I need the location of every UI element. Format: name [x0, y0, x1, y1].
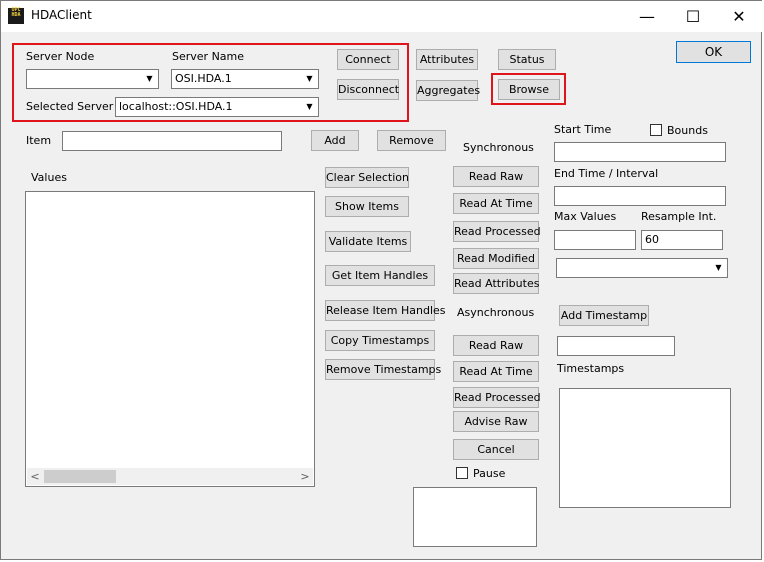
- ok-button[interactable]: OK: [676, 41, 751, 63]
- window-title: HDAClient: [31, 8, 92, 22]
- cancel-button[interactable]: Cancel: [453, 439, 539, 460]
- item-input[interactable]: [62, 131, 282, 151]
- scroll-right-icon[interactable]: >: [297, 468, 313, 485]
- item-label: Item: [26, 134, 52, 147]
- minimize-button[interactable]: —: [624, 1, 670, 32]
- async-output-box[interactable]: [413, 487, 537, 547]
- app-icon-line-2: HDA: [11, 12, 21, 18]
- resample-interval-input[interactable]: 60: [641, 230, 723, 250]
- server-highlight-box: [12, 43, 409, 122]
- scroll-left-icon[interactable]: <: [27, 468, 43, 485]
- sync-read-processed-button[interactable]: Read Processed: [453, 221, 541, 242]
- pause-label: Pause: [473, 467, 506, 480]
- copy-timestamps-button[interactable]: Copy Timestamps: [325, 330, 435, 351]
- clear-selection-button[interactable]: Clear Selection: [325, 167, 409, 188]
- sync-read-attributes-button[interactable]: Read Attributes: [453, 273, 539, 294]
- hdaclient-window: OPC HDA HDAClient — ☐ ✕ Server Node ▼ Se…: [0, 0, 763, 560]
- status-button[interactable]: Status: [498, 49, 556, 70]
- bounds-checkbox[interactable]: [650, 124, 662, 136]
- start-time-label: Start Time: [554, 123, 612, 136]
- remove-item-button[interactable]: Remove: [377, 130, 446, 151]
- remove-timestamps-button[interactable]: Remove Timestamps: [325, 359, 441, 380]
- scrollbar-thumb[interactable]: [44, 470, 116, 483]
- values-horizontal-scrollbar[interactable]: < >: [27, 468, 313, 485]
- async-read-processed-button[interactable]: Read Processed: [453, 387, 541, 408]
- minimize-icon: —: [639, 7, 655, 26]
- get-item-handles-button[interactable]: Get Item Handles: [325, 265, 435, 286]
- sync-read-modified-button[interactable]: Read Modified: [453, 248, 539, 269]
- values-label: Values: [31, 171, 67, 184]
- chevron-down-icon: ▼: [711, 260, 726, 276]
- values-list[interactable]: < >: [25, 191, 315, 487]
- close-button[interactable]: ✕: [716, 1, 762, 32]
- aggregate-combo[interactable]: ▼: [556, 258, 728, 278]
- resample-interval-label: Resample Int.: [641, 210, 717, 223]
- title-bar: OPC HDA HDAClient — ☐ ✕: [1, 1, 763, 32]
- pause-checkbox[interactable]: [456, 467, 468, 479]
- attributes-button[interactable]: Attributes: [416, 49, 478, 70]
- end-time-input[interactable]: [554, 186, 726, 206]
- async-read-raw-button[interactable]: Read Raw: [453, 335, 539, 356]
- add-timestamp-button[interactable]: Add Timestamp: [559, 305, 649, 326]
- maximize-button[interactable]: ☐: [670, 1, 716, 32]
- close-icon: ✕: [732, 7, 746, 26]
- max-values-label: Max Values: [554, 210, 617, 223]
- asynchronous-label: Asynchronous: [457, 306, 535, 319]
- advise-raw-button[interactable]: Advise Raw: [453, 411, 539, 432]
- bounds-label: Bounds: [667, 124, 708, 137]
- timestamps-list[interactable]: [559, 388, 731, 508]
- sync-read-at-time-button[interactable]: Read At Time: [453, 193, 539, 214]
- browse-highlight-box: [491, 73, 566, 105]
- sync-read-raw-button[interactable]: Read Raw: [453, 166, 539, 187]
- show-items-button[interactable]: Show Items: [325, 196, 409, 217]
- start-time-input[interactable]: [554, 142, 726, 162]
- max-values-input[interactable]: [554, 230, 636, 250]
- timestamp-input[interactable]: [557, 336, 675, 356]
- opc-hda-app-icon: OPC HDA: [8, 8, 24, 24]
- add-item-button[interactable]: Add: [311, 130, 359, 151]
- async-read-at-time-button[interactable]: Read At Time: [453, 361, 539, 382]
- release-item-handles-button[interactable]: Release Item Handles: [325, 300, 446, 321]
- synchronous-label: Synchronous: [463, 141, 534, 154]
- end-time-label: End Time / Interval: [554, 167, 659, 180]
- aggregates-button[interactable]: Aggregates: [416, 80, 480, 101]
- maximize-icon: ☐: [685, 7, 701, 26]
- validate-items-button[interactable]: Validate Items: [325, 231, 411, 252]
- timestamps-label: Timestamps: [557, 362, 625, 375]
